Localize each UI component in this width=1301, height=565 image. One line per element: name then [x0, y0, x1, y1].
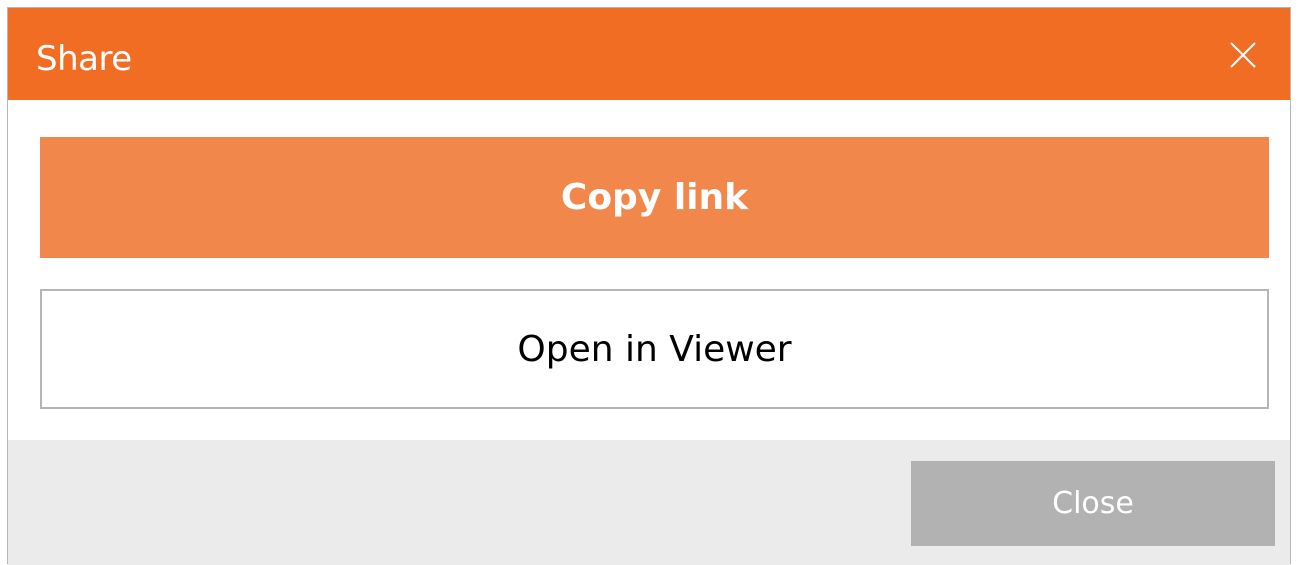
- dialog-titlebar: Share: [8, 8, 1290, 100]
- share-dialog: Share Copy link Open in Viewer Close: [7, 7, 1291, 565]
- close-icon[interactable]: [1228, 40, 1258, 70]
- open-in-viewer-button[interactable]: Open in Viewer: [40, 289, 1269, 409]
- dialog-content: Copy link Open in Viewer: [8, 100, 1290, 440]
- close-button[interactable]: Close: [911, 461, 1275, 546]
- dialog-footer: Close: [8, 440, 1290, 565]
- dialog-title: Share: [36, 39, 132, 79]
- copy-link-button[interactable]: Copy link: [40, 137, 1269, 258]
